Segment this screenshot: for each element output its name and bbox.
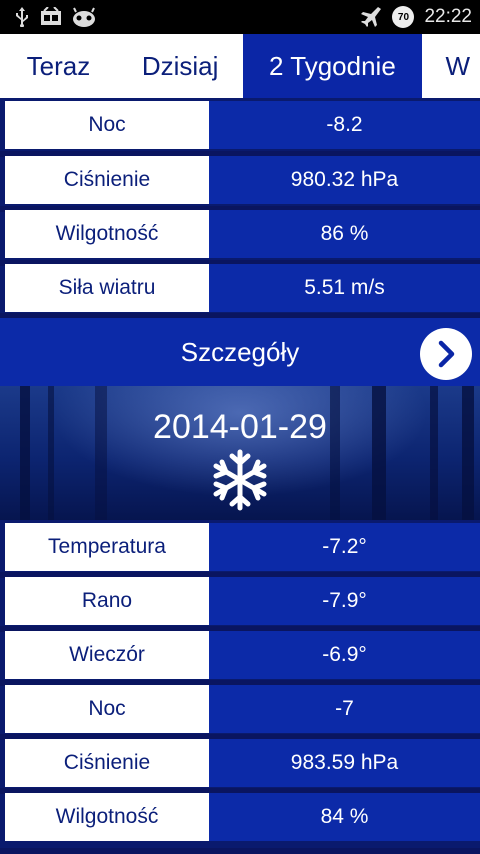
row-label: Ciśnienie <box>5 739 209 787</box>
row-label: Wilgotność <box>5 793 209 841</box>
weather-row: Ciśnienie 983.59 hPa <box>0 736 480 790</box>
row-value: -6.9° <box>209 631 480 679</box>
weather-row: Wilgotność 84 % <box>0 790 480 844</box>
row-value: 86 % <box>209 210 480 258</box>
row-value: 983.59 hPa <box>209 739 480 787</box>
tab-partial[interactable]: W <box>422 34 480 98</box>
row-value: 980.32 hPa <box>209 156 480 204</box>
weather-row: Siła wiatru 5.51 m/s <box>0 261 480 315</box>
row-label: Siła wiatru <box>5 264 209 312</box>
chevron-right-icon <box>438 340 455 368</box>
day-banner: 2014-01-29 <box>0 386 480 520</box>
row-value: 5.51 m/s <box>209 264 480 312</box>
tree-trunk <box>372 386 386 520</box>
android-icon <box>72 7 96 27</box>
row-label: Wieczór <box>5 631 209 679</box>
row-label: Ciśnienie <box>5 156 209 204</box>
tab-2-tygodnie[interactable]: 2 Tygodnie <box>243 34 422 98</box>
row-value: -7.2° <box>209 523 480 571</box>
tree-trunk <box>330 386 340 520</box>
details-arrow-button[interactable] <box>420 328 472 380</box>
tab-dzisiaj[interactable]: Dzisiaj <box>117 34 243 98</box>
tree-trunk <box>430 386 438 520</box>
day-date: 2014-01-29 <box>153 408 327 446</box>
status-left-icons <box>14 7 96 27</box>
battery-indicator: 70 <box>392 6 415 28</box>
status-bar: 70 22:22 <box>0 0 480 34</box>
tab-teraz[interactable]: Teraz <box>0 34 117 98</box>
row-value: -8.2 <box>209 101 480 149</box>
weather-row: Wieczór -6.9° <box>0 628 480 682</box>
row-value: -7 <box>209 685 480 733</box>
weather-row: Noc -7 <box>0 682 480 736</box>
row-label: Rano <box>5 577 209 625</box>
row-label: Noc <box>5 101 209 149</box>
tab-bar: Teraz Dzisiaj 2 Tygodnie W <box>0 34 480 98</box>
airplane-mode-icon <box>360 6 382 28</box>
notification-icon <box>40 7 62 27</box>
row-value: -7.9° <box>209 577 480 625</box>
details-bar[interactable]: Szczegóły <box>0 318 480 386</box>
weather-row: Noc -8.2 <box>0 98 480 152</box>
tree-trunk <box>48 386 54 520</box>
tree-trunk <box>95 386 107 520</box>
usb-icon <box>14 7 30 27</box>
row-label: Noc <box>5 685 209 733</box>
row-label: Temperatura <box>5 523 209 571</box>
tree-trunk <box>20 386 30 520</box>
row-label: Wilgotność <box>5 210 209 258</box>
status-clock: 22:22 <box>424 6 472 27</box>
row-value: 84 % <box>209 793 480 841</box>
snowflake-icon <box>213 449 267 511</box>
status-right-icons: 70 22:22 <box>360 6 472 28</box>
weather-row: Ciśnienie 980.32 hPa <box>0 153 480 207</box>
tree-trunk <box>462 386 474 520</box>
weather-row: Temperatura -7.2° <box>0 520 480 574</box>
details-label: Szczegóły <box>180 336 300 367</box>
weather-row: Wilgotność 86 % <box>0 207 480 261</box>
weather-row: Rano -7.9° <box>0 574 480 628</box>
row-divider <box>0 848 480 854</box>
